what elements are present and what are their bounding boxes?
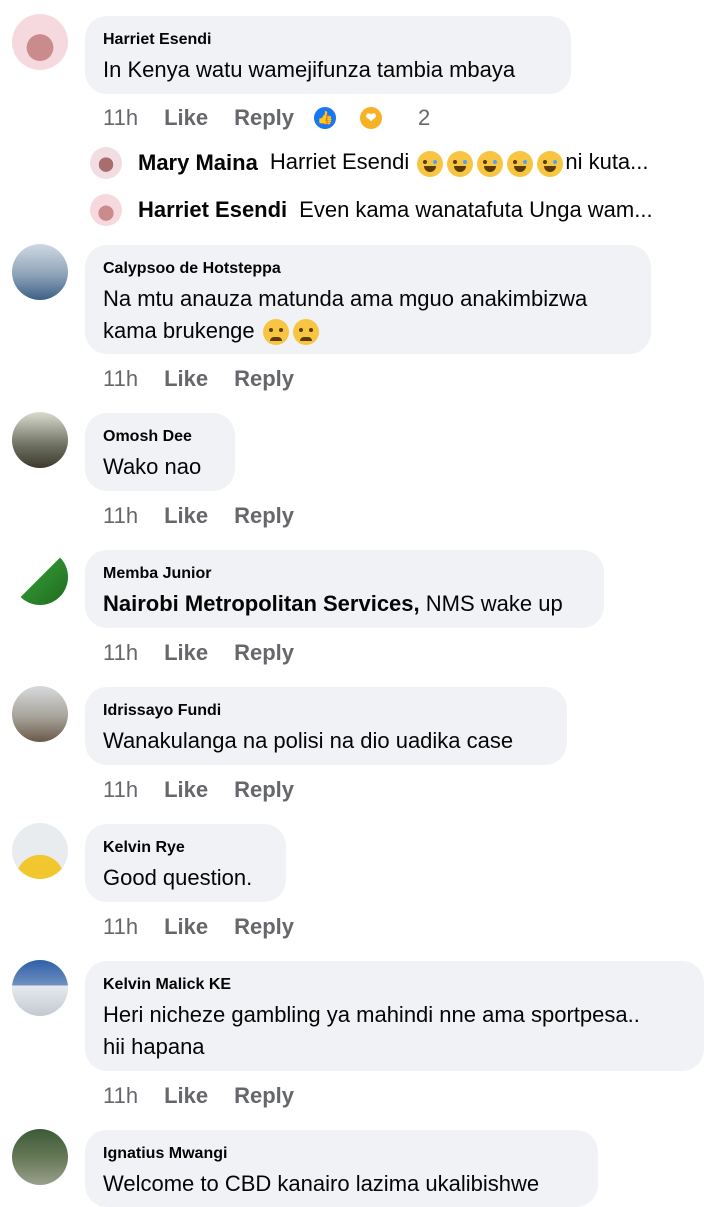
timestamp[interactable]: 11h bbox=[103, 1081, 138, 1111]
comment-bubble: Omosh Dee Wako nao bbox=[85, 413, 235, 491]
reply-author: Harriet Esendi bbox=[138, 197, 288, 222]
avatar[interactable] bbox=[12, 960, 68, 1016]
timestamp[interactable]: 11h bbox=[103, 364, 138, 394]
comment-actions: 11h Like Reply bbox=[103, 775, 320, 805]
comment-text: Nairobi Metropolitan Services, NMS wake … bbox=[103, 591, 563, 616]
mention-link[interactable]: Nairobi Metropolitan Services, bbox=[103, 591, 420, 616]
reply-button[interactable]: Reply bbox=[234, 364, 294, 394]
like-button[interactable]: Like bbox=[164, 638, 208, 668]
commenter-name[interactable]: Memba Junior bbox=[103, 564, 586, 584]
comment-text: Wako nao bbox=[103, 454, 202, 479]
reply-button[interactable]: Reply bbox=[234, 103, 294, 133]
comment-bubble: Idrissayo Fundi Wanakulanga na polisi na… bbox=[85, 687, 567, 765]
commenter-name[interactable]: Omosh Dee bbox=[103, 427, 217, 447]
commenter-name[interactable]: Harriet Esendi bbox=[103, 30, 553, 50]
reaction-count: 2 bbox=[418, 105, 431, 130]
comment-text: Na mtu anauza matunda ama mguo anakimbiz… bbox=[103, 283, 633, 347]
avatar[interactable] bbox=[12, 686, 68, 742]
like-button[interactable]: Like bbox=[164, 1081, 208, 1111]
like-button[interactable]: Like bbox=[164, 364, 208, 394]
comment-text: Heri nicheze gambling ya mahindi nne ama… bbox=[103, 1002, 640, 1059]
timestamp[interactable]: 11h bbox=[103, 775, 138, 805]
like-button[interactable]: Like bbox=[164, 501, 208, 531]
reply-button[interactable]: Reply bbox=[234, 775, 294, 805]
like-button[interactable]: Like bbox=[164, 103, 208, 133]
comment-actions: 11h Like Reply bbox=[103, 912, 320, 942]
laugh-cry-icon bbox=[477, 150, 504, 177]
commenter-name[interactable]: Kelvin Malick KE bbox=[103, 975, 686, 995]
comment-actions: 11h Like Reply 👍 ❤ 2 bbox=[103, 103, 456, 133]
reply-author: Mary Maina bbox=[138, 150, 258, 175]
comment-bubble: Memba Junior Nairobi Metropolitan Servic… bbox=[85, 550, 604, 628]
commenter-name[interactable]: Calypsoo de Hotsteppa bbox=[103, 259, 633, 279]
avatar[interactable] bbox=[12, 14, 68, 70]
reply-button[interactable]: Reply bbox=[234, 1081, 294, 1111]
reply-button[interactable]: Reply bbox=[234, 501, 294, 531]
pensive-icon bbox=[262, 319, 289, 346]
avatar bbox=[90, 194, 122, 226]
comment-actions: 11h Like Reply bbox=[103, 1081, 320, 1111]
comment-text: Wanakulanga na polisi na dio uadika case bbox=[103, 728, 514, 753]
laugh-cry-icon bbox=[447, 150, 474, 177]
commenter-name[interactable]: Kelvin Rye bbox=[103, 838, 268, 858]
reply-preview[interactable]: Mary Maina Harriet Esendi ni kuta... bbox=[90, 146, 690, 180]
comment-bubble: Harriet Esendi In Kenya watu wamejifunza… bbox=[85, 16, 571, 94]
comment-actions: 11h Like Reply bbox=[103, 638, 320, 668]
laugh-cry-icon bbox=[417, 150, 444, 177]
avatar[interactable] bbox=[12, 1129, 68, 1185]
comment-text: Welcome to CBD kanairo lazima ukalibishw… bbox=[103, 1171, 540, 1196]
like-button[interactable]: Like bbox=[164, 775, 208, 805]
comment-text: Good question. bbox=[103, 865, 253, 890]
pensive-icon bbox=[292, 319, 319, 346]
laugh-cry-icon bbox=[507, 150, 534, 177]
timestamp[interactable]: 11h bbox=[103, 638, 138, 668]
comment-bubble: Kelvin Rye Good question. bbox=[85, 824, 286, 902]
laugh-cry-icon bbox=[537, 150, 564, 177]
timestamp[interactable]: 11h bbox=[103, 912, 138, 942]
avatar[interactable] bbox=[12, 244, 68, 300]
avatar[interactable] bbox=[12, 823, 68, 879]
like-icon: 👍 bbox=[312, 105, 339, 131]
comment-bubble: Kelvin Malick KE Heri nicheze gambling y… bbox=[85, 961, 704, 1071]
comment-text: In Kenya watu wamejifunza tambia mbaya bbox=[103, 57, 516, 82]
reactions[interactable]: 👍 ❤ 2 bbox=[312, 103, 456, 133]
timestamp[interactable]: 11h bbox=[103, 501, 138, 531]
reply-text: Harriet Esendi ni kuta... bbox=[270, 149, 649, 177]
reply-button[interactable]: Reply bbox=[234, 638, 294, 668]
reply-button[interactable]: Reply bbox=[234, 912, 294, 942]
care-icon: ❤ bbox=[358, 105, 385, 131]
commenter-name[interactable]: Ignatius Mwangi bbox=[103, 1144, 580, 1164]
like-button[interactable]: Like bbox=[164, 912, 208, 942]
avatar bbox=[90, 147, 122, 179]
comment-bubble: Ignatius Mwangi Welcome to CBD kanairo l… bbox=[85, 1130, 598, 1207]
commenter-name[interactable]: Idrissayo Fundi bbox=[103, 701, 549, 721]
timestamp[interactable]: 11h bbox=[103, 103, 138, 133]
reply-preview[interactable]: Harriet Esendi Even kama wanatafuta Unga… bbox=[90, 193, 690, 227]
comment-bubble: Calypsoo de Hotsteppa Na mtu anauza matu… bbox=[85, 245, 651, 354]
reply-text: Even kama wanatafuta Unga wam... bbox=[299, 197, 653, 222]
comment-actions: 11h Like Reply bbox=[103, 364, 320, 394]
comment-actions: 11h Like Reply bbox=[103, 501, 320, 531]
avatar[interactable] bbox=[12, 549, 68, 605]
avatar[interactable] bbox=[12, 412, 68, 468]
